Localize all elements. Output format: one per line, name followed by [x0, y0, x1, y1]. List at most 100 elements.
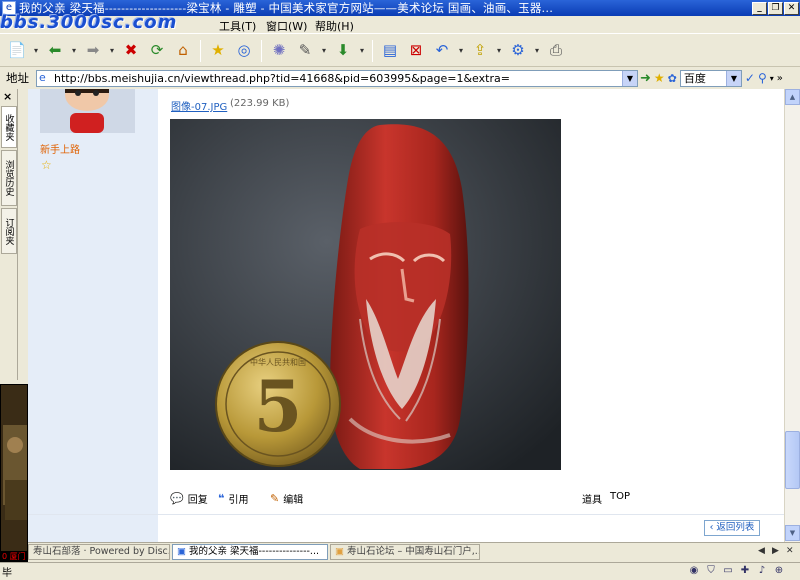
- address-bar: 地址 e http://bbs.meishujia.cn/viewthread.…: [0, 68, 800, 88]
- chevron-down-icon[interactable]: ▾: [358, 46, 366, 55]
- chevron-down-icon[interactable]: ▾: [533, 46, 541, 55]
- favorites-icon[interactable]: ★: [654, 71, 665, 85]
- tab-next-icon[interactable]: ▶: [772, 543, 779, 559]
- address-url[interactable]: http://bbs.meishujia.cn/viewthread.php?t…: [54, 72, 510, 85]
- forward-icon[interactable]: ➡: [82, 40, 104, 62]
- globe-icon: ◉: [689, 565, 699, 576]
- address-label: 地址: [6, 71, 29, 85]
- vertical-scrollbar[interactable]: ▲ ▼: [784, 89, 800, 542]
- stone-carving-image: 5 中华人民共和国: [170, 119, 561, 470]
- search-engine-label: 百度: [683, 71, 706, 85]
- view-icon[interactable]: ▤: [379, 40, 401, 62]
- new-page-icon[interactable]: 📄: [6, 40, 28, 62]
- tools-icon[interactable]: ✎: [294, 40, 316, 62]
- sound-icon[interactable]: ♪: [756, 565, 768, 577]
- edit-icon: ✎: [270, 492, 280, 505]
- attachment-photo[interactable]: 5 中华人民共和国: [170, 119, 561, 470]
- back-to-list-button[interactable]: ‹ 返回列表: [704, 520, 760, 536]
- scroll-up-icon[interactable]: ▲: [785, 89, 800, 105]
- search-icon[interactable]: ⚲: [758, 71, 767, 85]
- menu-window[interactable]: 窗口(W): [266, 18, 307, 34]
- tab-my-father[interactable]: ▣ 我的父亲 梁天福---------------...: [172, 543, 328, 560]
- chevron-down-icon[interactable]: ▾: [770, 74, 774, 83]
- back-to-list-label: 返回列表: [716, 522, 755, 533]
- chevron-down-icon[interactable]: ▾: [32, 46, 40, 55]
- search-engine-select[interactable]: 百度 ▼: [679, 69, 742, 87]
- tab-prev-icon[interactable]: ◀: [758, 543, 765, 559]
- settings-icon[interactable]: ✺: [268, 40, 290, 62]
- top-button[interactable]: TOP: [610, 491, 630, 502]
- menu-tools[interactable]: 工具(T): [219, 18, 256, 34]
- tools-label: 道具: [582, 495, 602, 506]
- close-icon[interactable]: ×: [3, 90, 12, 103]
- quote-button[interactable]: ❝ 引用: [218, 491, 248, 506]
- back-icon: ‹: [709, 522, 714, 533]
- menu-help[interactable]: 帮助(H): [315, 18, 354, 34]
- edit-button[interactable]: ✎ 编辑: [270, 491, 303, 506]
- toolbar-separator: [372, 39, 373, 62]
- site-logo: bbs.3000sc.com: [0, 12, 178, 33]
- overflow-icon[interactable]: »: [777, 73, 783, 84]
- post-footer: ‹ 返回列表: [28, 514, 784, 542]
- tab-shoushan-tribe[interactable]: 寿山石部落 · Powered by Disc...: [28, 543, 170, 560]
- avatar[interactable]: [40, 89, 135, 133]
- zoom-icon[interactable]: ⊕: [773, 565, 785, 577]
- avatar-image: [40, 89, 135, 133]
- chevron-down-icon[interactable]: ▼: [622, 70, 637, 86]
- author-column: 新手上路 ☆: [28, 89, 158, 542]
- quote-label: 引用: [228, 495, 249, 506]
- thumbnail-image: [1, 385, 27, 553]
- close-button[interactable]: ✕: [784, 1, 799, 15]
- address-extras: ➜ ★ ✿ 百度 ▼ ✓ ⚲ ▾ »: [640, 68, 783, 88]
- sync-icon[interactable]: ⇪: [469, 40, 491, 62]
- chevron-down-icon[interactable]: ▾: [70, 46, 78, 55]
- home-icon[interactable]: ⌂: [172, 40, 194, 62]
- attachment-size: (223.99 KB): [230, 98, 290, 109]
- scroll-thumb[interactable]: [785, 431, 800, 489]
- minimize-button[interactable]: _: [752, 1, 767, 15]
- stop-icon[interactable]: ✖: [120, 40, 142, 62]
- status-text: 毕: [2, 568, 12, 579]
- tools-button[interactable]: 道具: [582, 491, 602, 506]
- search-go-icon[interactable]: ✓: [745, 71, 755, 85]
- network-icon[interactable]: ⚙: [507, 40, 529, 62]
- sidebar-tab-history[interactable]: 浏览历史: [1, 150, 17, 206]
- chevron-down-icon[interactable]: ▾: [108, 46, 116, 55]
- chevron-down-icon[interactable]: ▾: [495, 46, 503, 55]
- tab-label: 我的父亲 梁天福---------------...: [188, 546, 319, 557]
- chevron-down-icon[interactable]: ▼: [725, 70, 741, 86]
- popup-icon[interactable]: ▭: [722, 565, 734, 577]
- tab-shoushan-forum[interactable]: ▣ 寿山石论坛 – 中国寿山石门户,...: [330, 543, 480, 560]
- back-icon[interactable]: ⬅: [44, 40, 66, 62]
- history-icon[interactable]: ◎: [233, 40, 255, 62]
- scroll-down-icon[interactable]: ▼: [785, 525, 800, 541]
- video-thumbnail[interactable]: 0 厦门: [0, 384, 28, 564]
- toolbar: 📄 ▾ ⬅ ▾ ➡ ▾ ✖ ⟳ ⌂ ★ ◎ ✺ ✎ ▾ ⬇ ▾ ▤ ⊠ ↶ ▾ ⇪ ▾ ⚙ ▾ …: [0, 35, 800, 67]
- plus-icon[interactable]: ✚: [739, 565, 751, 577]
- chevron-down-icon[interactable]: ▾: [320, 46, 328, 55]
- post-area: 图像-07.JPG (223.99 KB) 5 中华人民共和国 💬 回复 ❝ 引…: [158, 89, 778, 542]
- refresh-icon[interactable]: ⟳: [146, 40, 168, 62]
- reply-button[interactable]: 💬 回复: [170, 491, 208, 506]
- toolbar-separator: [261, 39, 262, 62]
- restore-button[interactable]: ❐: [768, 1, 783, 15]
- block-icon[interactable]: ⊠: [405, 40, 427, 62]
- coin-value: 5: [254, 365, 303, 448]
- menu-bar: bbs.3000sc.com 工具(T) 窗口(W) 帮助(H): [0, 12, 800, 34]
- sidebar-tab-feeds[interactable]: 订阅夹: [1, 208, 17, 254]
- sidebar-tab-favorites[interactable]: 收藏夹: [1, 106, 17, 148]
- attachment-link[interactable]: 图像-07.JPG: [171, 98, 227, 113]
- favorites-icon[interactable]: ★: [207, 40, 229, 62]
- status-bar: 毕 ◉ ⛉ ▭ ✚ ♪ ⊕: [0, 562, 800, 580]
- undo-icon[interactable]: ↶: [431, 40, 453, 62]
- tab-label: 寿山石部落 · Powered by Disc...: [33, 546, 170, 557]
- chevron-down-icon[interactable]: ▾: [457, 46, 465, 55]
- shield-icon[interactable]: ⛉: [705, 565, 717, 577]
- print-icon[interactable]: ⎙: [545, 40, 567, 62]
- go-icon[interactable]: ➜: [640, 71, 651, 86]
- sidebar: × 收藏夹 浏览历史 订阅夹: [0, 89, 18, 380]
- close-icon[interactable]: ✕: [786, 543, 794, 559]
- address-input[interactable]: e http://bbs.meishujia.cn/viewthread.php…: [36, 69, 638, 87]
- reply-icon: 💬: [170, 492, 184, 505]
- download-icon[interactable]: ⬇: [332, 40, 354, 62]
